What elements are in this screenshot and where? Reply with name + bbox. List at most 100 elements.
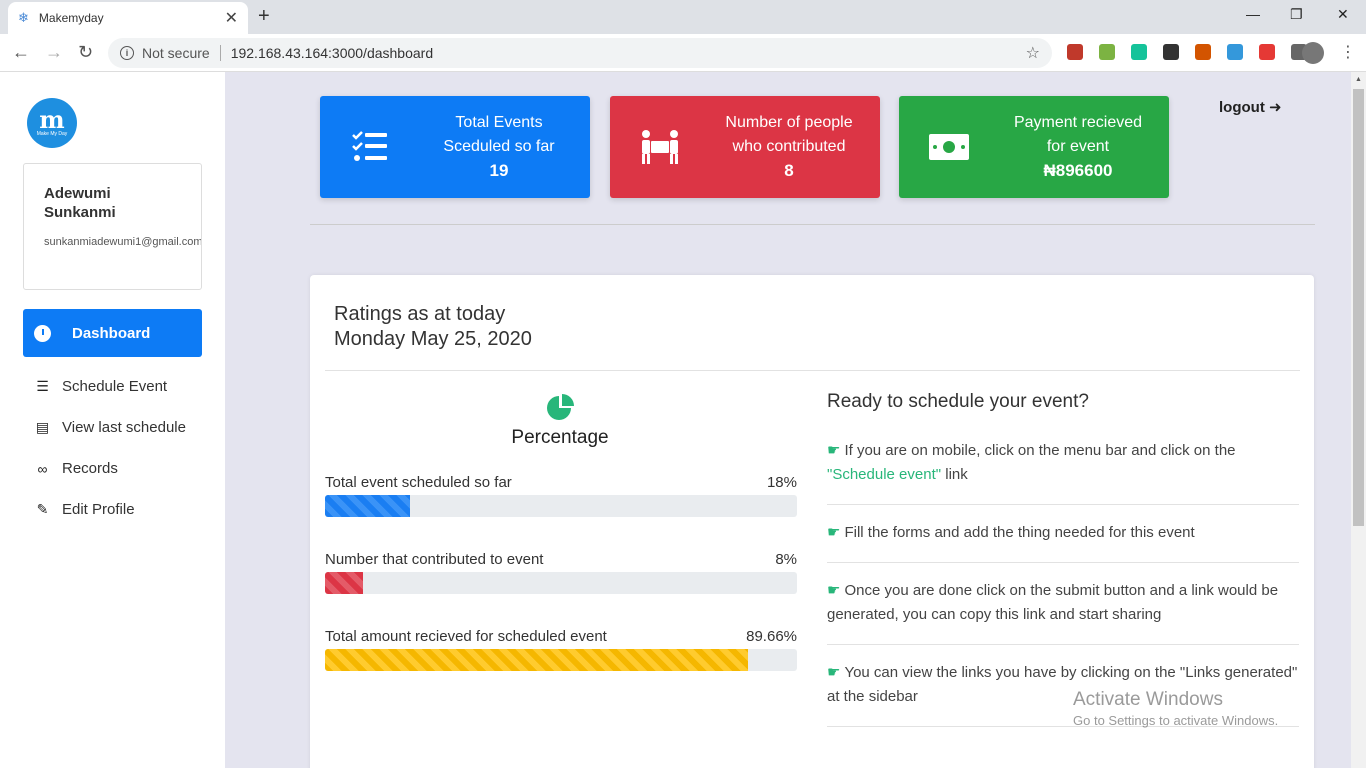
- panel-title: Ratings as at today Monday May 25, 2020: [334, 302, 532, 352]
- tip-divider: [827, 562, 1299, 563]
- stat-card-contributors: Number of people who contributed 8: [610, 96, 880, 198]
- table-list-icon: ▤: [35, 419, 50, 435]
- progress-percent: 18%: [766, 474, 797, 491]
- browser-tab-bar: ❄ Makemyday ✕ + — ❐ ✕: [0, 0, 1366, 34]
- panel-divider: [325, 370, 1300, 371]
- header-divider: [310, 224, 1315, 225]
- profile-avatar[interactable]: [1302, 42, 1324, 64]
- progress-fill: [325, 649, 749, 671]
- minimize-button[interactable]: —: [1246, 6, 1260, 22]
- stat-value: ₦896600: [1043, 161, 1113, 180]
- app-logo[interactable]: m Make My Day: [27, 98, 77, 148]
- logout-link[interactable]: logout ➜: [1219, 98, 1282, 116]
- stat-label: Number of people: [725, 114, 853, 131]
- hand-pointer-icon: ☛: [827, 524, 841, 541]
- sidebar-item-label: View last schedule: [62, 419, 186, 436]
- react-favicon-icon: ❄: [18, 10, 29, 25]
- tip-text: Once you are done click on the submit bu…: [827, 582, 1279, 623]
- scrollbar-thumb[interactable]: [1353, 89, 1364, 526]
- tip-item: ☛ Once you are done click on the submit b…: [827, 579, 1299, 627]
- link-icon: ∞: [37, 460, 48, 477]
- progress-label: Total amount recieved for scheduled even…: [325, 628, 607, 645]
- bookmark-star-icon[interactable]: ☆: [1026, 43, 1040, 63]
- panel-date: Monday May 25, 2020: [334, 328, 532, 350]
- stat-value: 8: [784, 161, 794, 180]
- forward-button[interactable]: →: [45, 42, 63, 63]
- stat-label: for event: [1046, 138, 1110, 155]
- sidebar-item-view-last-schedule[interactable]: ▤ View last schedule: [35, 419, 186, 436]
- progress-track: [325, 495, 797, 517]
- maximize-button[interactable]: ❐: [1290, 6, 1303, 23]
- watermark-subtitle: Go to Settings to activate Windows.: [1073, 713, 1279, 728]
- logout-label: logout: [1219, 99, 1265, 116]
- stat-label: Sceduled so far: [443, 138, 555, 155]
- tab-close-icon[interactable]: ✕: [225, 8, 238, 28]
- sidebar-item-edit-profile[interactable]: ✎ Edit Profile: [35, 501, 135, 518]
- people-carry-icon: [610, 129, 710, 165]
- pie-chart-icon: [547, 394, 574, 420]
- ready-title: Ready to schedule your event?: [827, 391, 1089, 412]
- user-name: Adewumi Sunkanmi: [44, 185, 116, 221]
- money-bill-icon: [899, 133, 999, 161]
- tip-text: link: [941, 466, 968, 483]
- scroll-up-arrow-icon[interactable]: ▲: [1355, 76, 1362, 83]
- progress-percent: 8%: [775, 551, 797, 568]
- progress-percent: 89.66%: [746, 628, 797, 645]
- logo-subtext: Make My Day: [36, 131, 68, 137]
- omnibox[interactable]: i Not secure 192.168.43.164:3000/dashboa…: [108, 38, 1052, 68]
- tip-item: ☛ If you are on mobile, click on the menu…: [827, 439, 1299, 487]
- progress-item: Number that contributed to event 8%: [325, 551, 797, 594]
- url-text[interactable]: 192.168.43.164:3000/dashboard: [231, 45, 1026, 61]
- info-icon[interactable]: i: [120, 46, 134, 60]
- reload-button[interactable]: ↻: [78, 42, 93, 63]
- browser-tab[interactable]: ❄ Makemyday ✕: [8, 2, 248, 34]
- stat-label: who contributed: [732, 138, 846, 155]
- sidebar-item-label: Edit Profile: [62, 501, 135, 518]
- user-email: sunkanmiadewumi1@gmail.com: [44, 236, 202, 248]
- progress-track: [325, 649, 797, 671]
- progress-label: Total event scheduled so far: [325, 474, 512, 491]
- logo-letter: m: [39, 105, 65, 134]
- profile-card: Adewumi Sunkanmi sunkanmiadewumi1@gmail.…: [23, 163, 202, 290]
- browser-extension-icon[interactable]: [1195, 44, 1211, 60]
- tip-divider: [827, 504, 1299, 505]
- browser-extension-icon[interactable]: [1099, 44, 1115, 60]
- tip-text: Fill the forms and add the thing needed …: [844, 524, 1195, 541]
- progress-track: [325, 572, 797, 594]
- tip-item: ☛ Fill the forms and add the thing needed…: [827, 521, 1299, 545]
- sidebar-item-label: Schedule Event: [62, 378, 168, 395]
- browser-extension-icon[interactable]: [1259, 44, 1275, 60]
- list-check-icon: ☰: [36, 378, 49, 394]
- back-button[interactable]: ←: [12, 42, 30, 63]
- window-close-button[interactable]: ✕: [1337, 6, 1349, 23]
- progress-label: Number that contributed to event: [325, 551, 544, 568]
- browser-extension-icon[interactable]: [1227, 44, 1243, 60]
- sidebar-item-dashboard[interactable]: Dashboard: [23, 309, 202, 357]
- panel-title-line: Ratings as at today: [334, 303, 506, 325]
- browser-extension-icon[interactable]: [1067, 44, 1083, 60]
- browser-extension-icon[interactable]: [1131, 44, 1147, 60]
- page-scrollbar[interactable]: ▲: [1351, 72, 1366, 768]
- tab-title: Makemyday: [38, 11, 104, 25]
- schedule-event-link[interactable]: "Schedule event": [827, 466, 941, 483]
- progress-item: Total amount recieved for scheduled even…: [325, 628, 797, 671]
- progress-item: Total event scheduled so far 18%: [325, 474, 797, 517]
- stat-label: Total Events: [455, 114, 543, 131]
- tip-text: If you are on mobile, click on the menu …: [844, 442, 1236, 459]
- stat-label: Payment recieved: [1013, 114, 1143, 131]
- windows-activation-watermark: Activate Windows Go to Settings to activ…: [1073, 689, 1278, 728]
- progress-fill: [325, 495, 410, 517]
- new-tab-button[interactable]: +: [258, 5, 270, 28]
- security-label: Not secure: [142, 45, 210, 61]
- browser-extension-icon[interactable]: [1163, 44, 1179, 60]
- percentage-title: Percentage: [511, 427, 609, 448]
- stat-value: 19: [489, 161, 509, 180]
- tip-divider: [827, 644, 1299, 645]
- sidebar-item-schedule-event[interactable]: ☰ Schedule Event: [35, 378, 167, 395]
- sidebar-item-records[interactable]: ∞ Records: [35, 460, 118, 477]
- hand-pointer-icon: ☛: [827, 664, 841, 681]
- stat-card-payment: Payment recieved for event ₦896600: [899, 96, 1169, 198]
- hand-pointer-icon: ☛: [827, 582, 841, 599]
- browser-menu-icon[interactable]: ⋮: [1340, 42, 1356, 62]
- pencil-icon: ✎: [36, 501, 49, 517]
